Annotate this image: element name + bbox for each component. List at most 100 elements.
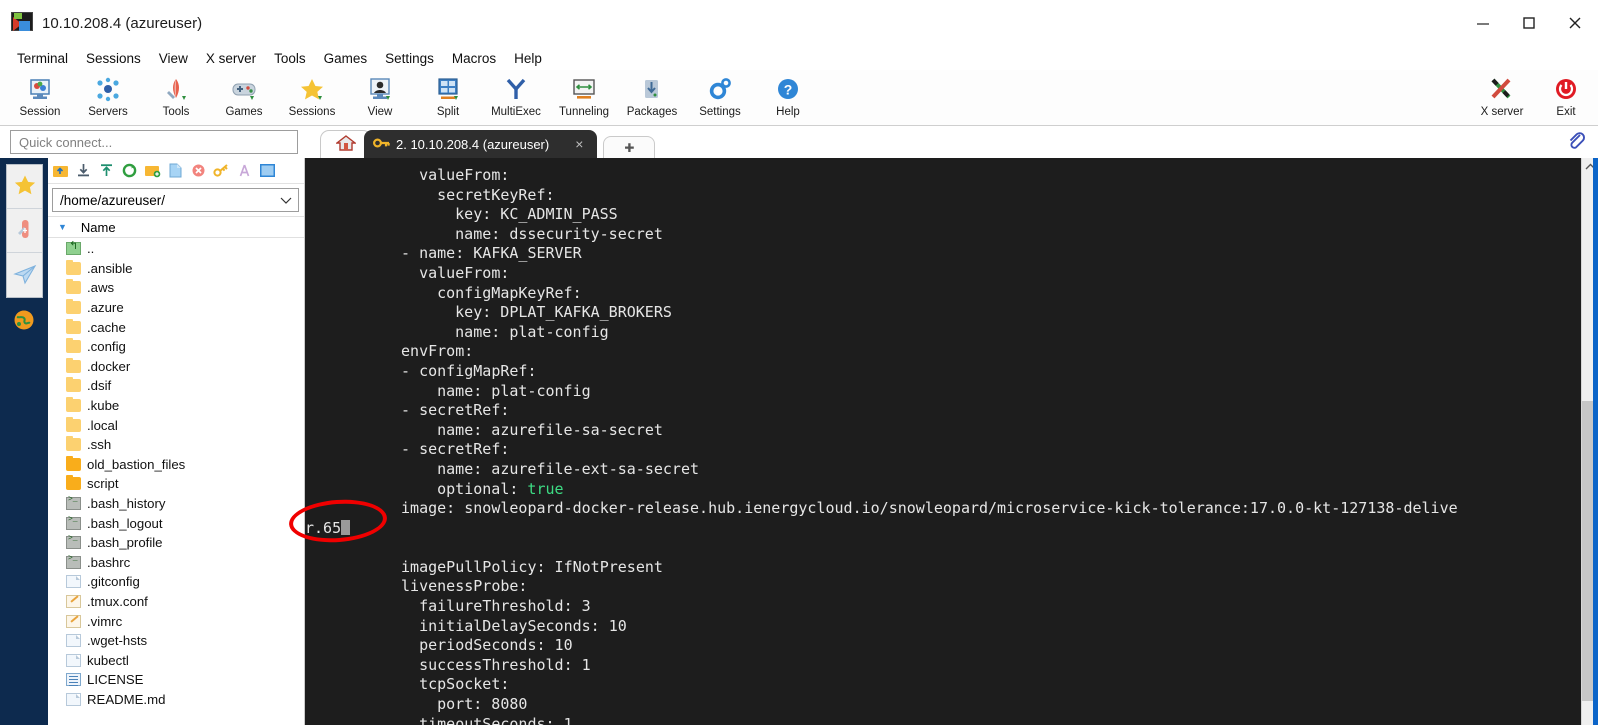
terminal-line: secretKeyRef: bbox=[437, 185, 555, 204]
toolbar-help-button[interactable]: ? Help bbox=[754, 72, 822, 118]
file-name: .config bbox=[87, 339, 126, 355]
quick-connect-input[interactable]: Quick connect... bbox=[10, 130, 298, 154]
refresh-icon[interactable] bbox=[119, 160, 140, 182]
toolbar-session-label: Session bbox=[19, 106, 61, 118]
toolbar-sessions-button[interactable]: Sessions bbox=[278, 72, 346, 118]
rail-sftp-button[interactable] bbox=[7, 253, 42, 297]
maximize-button[interactable] bbox=[1506, 0, 1552, 46]
delete-icon[interactable] bbox=[188, 160, 209, 182]
toolbar-session-button[interactable]: Session bbox=[6, 72, 74, 118]
chevron-down-icon[interactable] bbox=[280, 193, 292, 208]
toolbar-split-button[interactable]: Split bbox=[414, 72, 482, 118]
menu-games[interactable]: Games bbox=[315, 49, 377, 68]
x-server-icon bbox=[1489, 75, 1515, 103]
toolbar-packages-button[interactable]: Packages bbox=[618, 72, 686, 118]
file-name: README.md bbox=[87, 691, 166, 707]
new-folder-icon[interactable] bbox=[142, 160, 163, 182]
list-item[interactable]: .config bbox=[48, 337, 304, 357]
new-tab-button[interactable]: ✚ bbox=[603, 136, 656, 158]
permissions-key-icon[interactable] bbox=[211, 160, 232, 182]
list-item[interactable]: .local bbox=[48, 415, 304, 435]
list-item[interactable]: .. bbox=[48, 239, 304, 259]
toolbar-x-server-label: X server bbox=[1480, 106, 1524, 118]
rail-tools-button[interactable] bbox=[7, 209, 42, 253]
list-item[interactable]: kubectl bbox=[48, 650, 304, 670]
close-button[interactable] bbox=[1552, 0, 1598, 46]
menu-settings[interactable]: Settings bbox=[376, 49, 443, 68]
menu-x-server[interactable]: X server bbox=[197, 49, 265, 68]
folder-icon bbox=[66, 279, 81, 295]
list-item[interactable]: .docker bbox=[48, 357, 304, 377]
file-browser-list[interactable]: .. .ansible .aws .azure .cache .config .… bbox=[48, 238, 304, 725]
terminal-line: failureThreshold: 3 bbox=[419, 597, 591, 616]
new-file-icon[interactable] bbox=[165, 160, 186, 182]
menu-terminal[interactable]: Terminal bbox=[8, 49, 77, 68]
list-item[interactable]: .gitconfig bbox=[48, 572, 304, 592]
list-item[interactable]: .azure bbox=[48, 298, 304, 318]
terminal-line: imagePullPolicy: IfNotPresent bbox=[401, 557, 663, 576]
minimize-button[interactable] bbox=[1460, 0, 1506, 46]
menu-view[interactable]: View bbox=[150, 49, 197, 68]
file-name: .azure bbox=[87, 300, 124, 316]
window-title: 10.10.208.4 (azureuser) bbox=[42, 14, 203, 32]
servers-icon bbox=[95, 75, 121, 103]
toolbar-tools-button[interactable]: Tools bbox=[142, 72, 210, 118]
upload-parent-folder-icon[interactable] bbox=[50, 160, 71, 182]
list-item[interactable]: .bash_logout bbox=[48, 513, 304, 533]
folder-icon bbox=[66, 397, 81, 413]
paperclip-icon[interactable] bbox=[1566, 131, 1586, 154]
menu-macros[interactable]: Macros bbox=[443, 49, 505, 68]
list-item[interactable]: .vimrc bbox=[48, 611, 304, 631]
home-icon bbox=[334, 134, 358, 155]
list-item[interactable]: old_bastion_files bbox=[48, 455, 304, 475]
toolbar-x-server-button[interactable]: X server bbox=[1470, 72, 1534, 118]
list-item[interactable]: .kube bbox=[48, 396, 304, 416]
toolbar-tunneling-label: Tunneling bbox=[558, 106, 610, 118]
document-file-icon bbox=[66, 634, 81, 648]
upload-icon[interactable] bbox=[96, 160, 117, 182]
toolbar-view-button[interactable]: View bbox=[346, 72, 414, 118]
tab-active-session[interactable]: 2. 10.10.208.4 (azureuser) × bbox=[364, 130, 598, 158]
left-rail bbox=[0, 158, 48, 725]
main-toolbar: Session Servers Tools Games Sessions Vie… bbox=[0, 70, 1598, 126]
file-name: .vimrc bbox=[87, 613, 123, 629]
list-item[interactable]: script bbox=[48, 474, 304, 494]
list-item[interactable]: .cache bbox=[48, 317, 304, 337]
list-item[interactable]: .bashrc bbox=[48, 553, 304, 573]
file-browser-path-input[interactable]: /home/azureuser/ bbox=[52, 188, 299, 212]
terminal-line: livenessProbe: bbox=[401, 577, 528, 596]
list-item[interactable]: .aws bbox=[48, 278, 304, 298]
list-item[interactable]: .dsif bbox=[48, 376, 304, 396]
list-item[interactable]: .ansible bbox=[48, 259, 304, 279]
toolbar-games-button[interactable]: Games bbox=[210, 72, 278, 118]
follow-terminal-icon[interactable] bbox=[257, 160, 278, 182]
terminal-line: envFrom: bbox=[401, 342, 474, 361]
file-browser-path-value: /home/azureuser/ bbox=[60, 192, 166, 208]
file-name: .docker bbox=[87, 358, 131, 374]
list-item[interactable]: .wget-hsts bbox=[48, 631, 304, 651]
file-browser-column-header[interactable]: ▼ Name bbox=[48, 216, 304, 238]
list-item[interactable]: .ssh bbox=[48, 435, 304, 455]
terminal-output[interactable]: valueFrom: secretKeyRef: key: KC_ADMIN_PAS… bbox=[305, 158, 1581, 725]
toolbar-exit-button[interactable]: Exit bbox=[1534, 72, 1598, 118]
list-item[interactable]: README.md bbox=[48, 690, 304, 710]
list-item[interactable]: LICENSE bbox=[48, 670, 304, 690]
tab-close-icon[interactable]: × bbox=[575, 136, 583, 152]
menu-sessions[interactable]: Sessions bbox=[77, 49, 150, 68]
file-name: .bash_logout bbox=[87, 515, 163, 531]
toolbar-servers-button[interactable]: Servers bbox=[74, 72, 142, 118]
toolbar-settings-button[interactable]: Settings bbox=[686, 72, 754, 118]
toolbar-tunneling-button[interactable]: Tunneling bbox=[550, 72, 618, 118]
toolbar-multiexec-button[interactable]: MultiExec bbox=[482, 72, 550, 118]
list-item[interactable]: .tmux.conf bbox=[48, 592, 304, 612]
tools-icon bbox=[163, 75, 189, 103]
rail-globe-button[interactable] bbox=[0, 298, 48, 344]
rail-favorites-button[interactable] bbox=[7, 165, 42, 209]
list-item[interactable]: .bash_profile bbox=[48, 533, 304, 553]
download-icon[interactable] bbox=[73, 160, 94, 182]
list-item[interactable]: .bash_history bbox=[48, 494, 304, 514]
menu-help[interactable]: Help bbox=[505, 49, 551, 68]
text-mode-icon[interactable] bbox=[234, 160, 255, 182]
split-icon bbox=[435, 75, 461, 103]
menu-tools[interactable]: Tools bbox=[265, 49, 315, 68]
